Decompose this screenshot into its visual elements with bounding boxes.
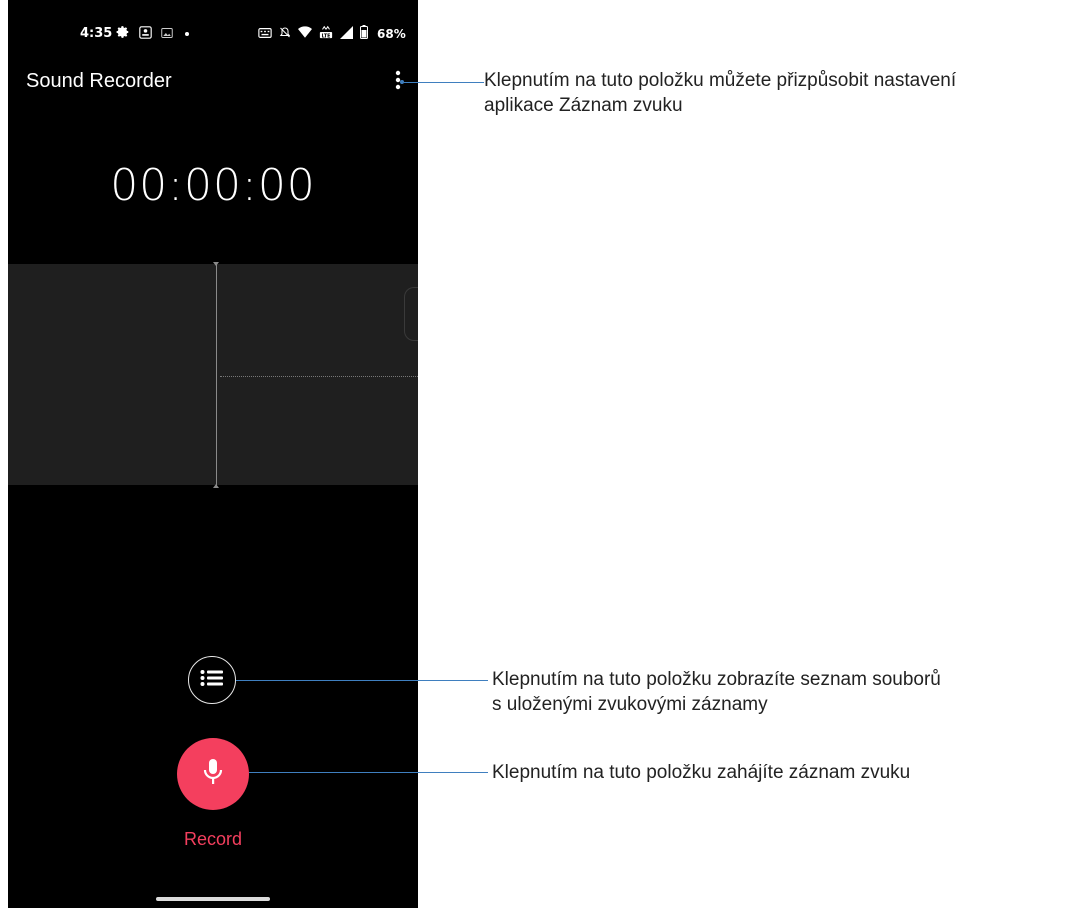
callout-line-record — [249, 772, 488, 773]
callout-record: Klepnutím na tuto položku zahájíte zázna… — [492, 760, 910, 785]
mute-icon — [279, 24, 291, 43]
callout-list-line2: s uloženými zvukovými záznamy — [492, 694, 768, 715]
signal-icon — [340, 24, 353, 43]
notification-dot-icon — [182, 24, 192, 43]
image-icon — [161, 24, 173, 43]
svg-text:LTE: LTE — [322, 33, 331, 39]
mic-icon — [202, 758, 224, 791]
keyboard-icon — [258, 24, 272, 43]
callout-settings: Klepnutím na tuto položku můžete přizpůs… — [484, 68, 956, 118]
waveform-baseline — [220, 376, 418, 377]
playhead-bottom-marker — [213, 484, 219, 488]
callout-line-settings — [404, 82, 484, 83]
playhead-line — [216, 262, 217, 488]
callout-record-line1: Klepnutím na tuto položku zahájíte zázna… — [492, 762, 911, 783]
screen-record-icon — [139, 24, 152, 43]
callout-list: Klepnutím na tuto položku zobrazíte sezn… — [492, 667, 941, 717]
waveform-edge-marker — [404, 287, 418, 341]
status-icons-left — [116, 24, 192, 43]
wifi-icon — [298, 24, 312, 43]
elapsed-timer: 00:00:00 — [110, 160, 316, 211]
status-icons-right: LTE 68% — [258, 24, 406, 43]
callout-list-line1: Klepnutím na tuto položku zobrazíte sezn… — [492, 669, 941, 690]
list-icon — [200, 669, 224, 692]
app-title: Sound Recorder — [26, 70, 172, 92]
lte-icon: LTE — [319, 24, 333, 43]
battery-icon — [360, 24, 368, 43]
recordings-list-button[interactable] — [188, 656, 236, 704]
callout-settings-line2: aplikace Záznam zvuku — [484, 95, 683, 116]
playhead-top-marker — [213, 262, 219, 266]
callout-line-list — [236, 680, 488, 681]
status-bar: 4:35 LTE 68% — [8, 0, 418, 70]
home-indicator[interactable] — [156, 897, 270, 901]
battery-percent: 68% — [377, 26, 406, 41]
waveform-area — [8, 264, 418, 485]
callout-settings-line1: Klepnutím na tuto položku můžete přizpůs… — [484, 70, 957, 91]
record-label: Record — [183, 829, 243, 849]
status-time: 4:35 — [80, 26, 113, 41]
settings-icon — [116, 24, 130, 43]
record-button[interactable] — [177, 738, 249, 810]
